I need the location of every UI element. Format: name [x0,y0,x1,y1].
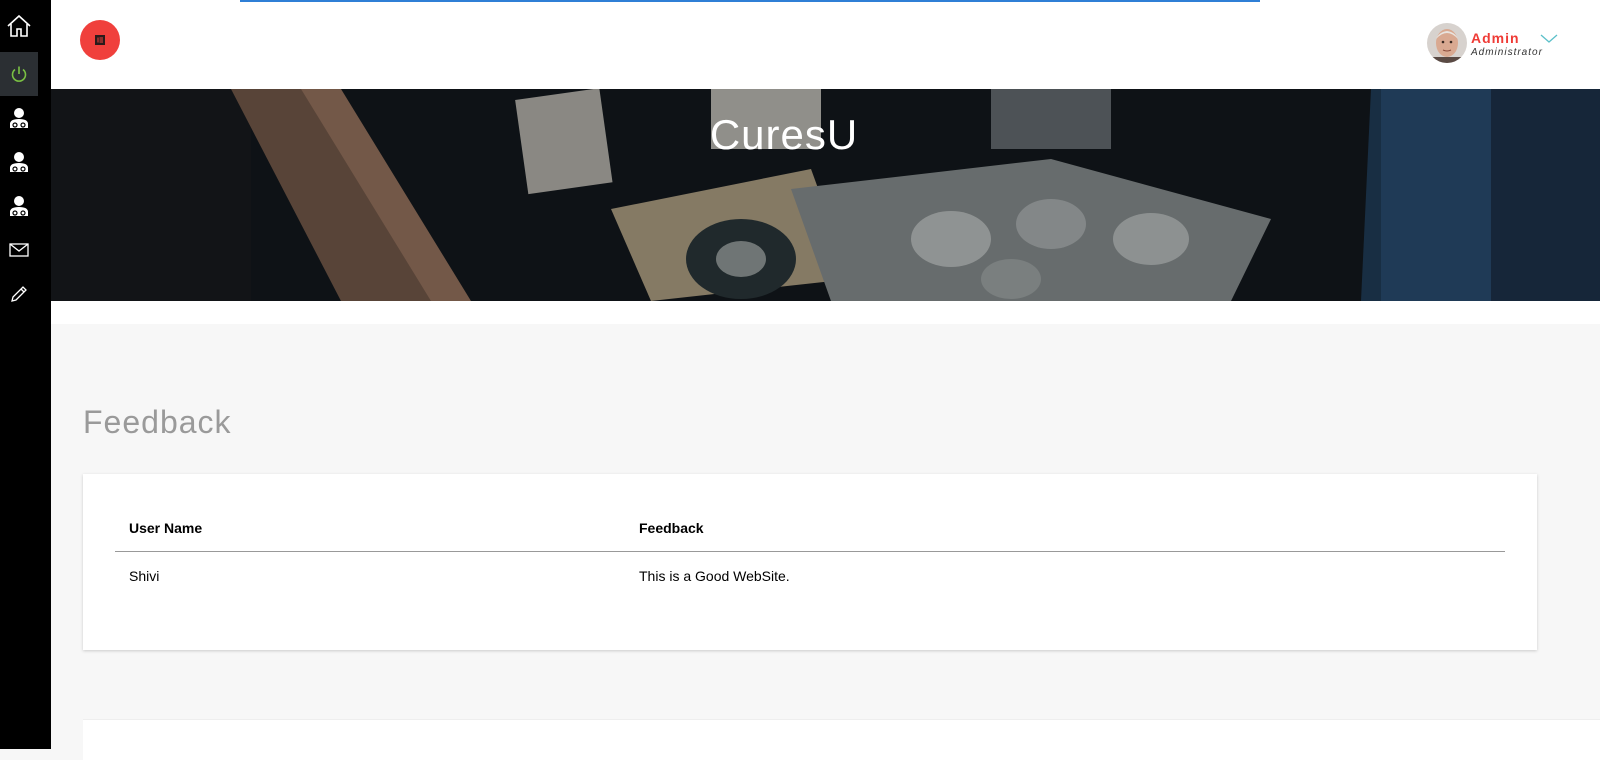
cell-feedback: This is a Good WebSite. [639,568,790,584]
loading-progress-bar [240,0,1260,2]
menu-icon [95,35,105,45]
pencil-icon [11,286,27,302]
sidebar-item-home[interactable] [0,4,38,48]
user-name: Admin [1471,30,1520,46]
doctor-icon [10,152,28,172]
feedback-card: User Name Feedback Shivi This is a Good … [83,474,1537,650]
menu-toggle-button[interactable] [80,20,120,60]
sidebar-item-doctors-1[interactable] [0,96,38,140]
banner-divider [51,301,1600,324]
column-header-user-name: User Name [115,504,625,552]
feedback-table: User Name Feedback Shivi This is a Good … [115,504,1505,600]
site-title: CuresU [709,111,859,158]
mail-icon [9,243,29,257]
user-role: Administrator [1471,47,1543,58]
column-header-feedback: Feedback [625,504,1505,552]
sidebar [0,0,51,749]
chevron-down-icon[interactable] [1540,34,1558,44]
sidebar-item-doctors-2[interactable] [0,140,38,184]
hero-banner: CuresU [51,89,1600,301]
sidebar-item-doctors-3[interactable] [0,184,38,228]
top-bar: Admin Administrator [51,0,1600,89]
page-title: Feedback [83,404,232,440]
next-section-card [83,719,1600,760]
sidebar-item-mail[interactable] [0,228,38,272]
sidebar-item-power[interactable] [0,52,38,96]
doctor-icon [10,108,28,128]
doctor-icon [10,196,28,216]
table-row: Shivi This is a Good WebSite. [115,552,1505,601]
sidebar-item-edit[interactable] [0,272,38,316]
table-header-row: User Name Feedback [115,504,1505,552]
avatar[interactable] [1427,23,1467,63]
power-icon [11,66,27,82]
home-icon [7,14,31,37]
cell-user-name: Shivi [129,568,160,584]
user-menu[interactable]: Admin Administrator [1427,23,1567,65]
